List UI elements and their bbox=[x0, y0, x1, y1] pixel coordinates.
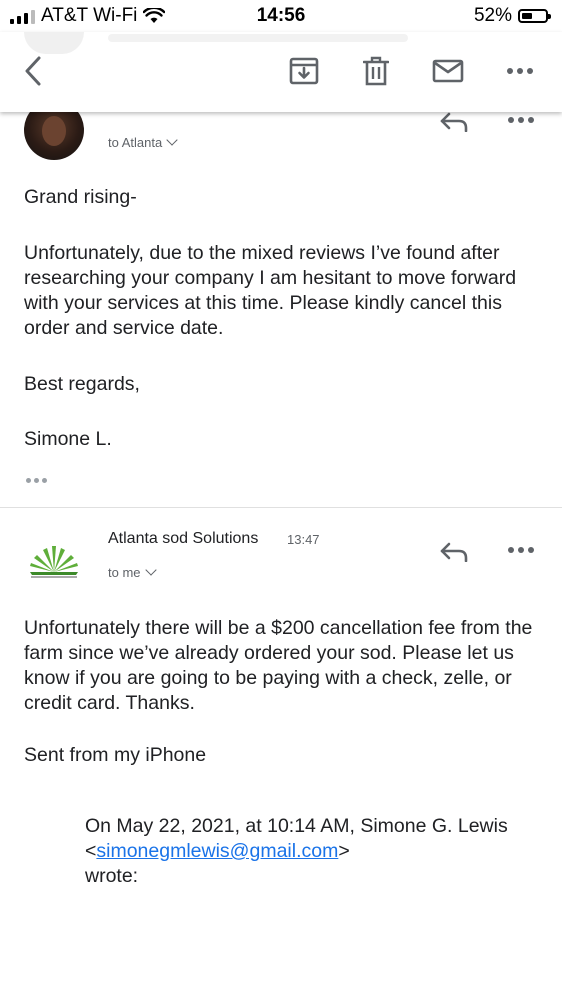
battery-percent: 52% bbox=[473, 5, 512, 26]
quote-email-link[interactable]: simonegmlewis@gmail.com bbox=[96, 840, 338, 862]
chevron-down-icon bbox=[166, 134, 178, 146]
message-divider bbox=[0, 507, 562, 508]
chevron-left-icon bbox=[25, 56, 41, 86]
previous-message-snippet bbox=[108, 34, 408, 42]
battery-fill bbox=[522, 13, 532, 19]
more-horizontal-icon bbox=[507, 68, 533, 74]
status-bar: AT&T Wi-Fi 14:56 52% bbox=[0, 0, 562, 32]
delete-button[interactable] bbox=[359, 54, 393, 88]
email-toolbar bbox=[0, 32, 562, 112]
message-paragraph: Unfortunately there will be a $200 cance… bbox=[24, 617, 533, 714]
chevron-down-icon bbox=[144, 564, 157, 576]
more-options-button[interactable] bbox=[503, 54, 537, 88]
message-more-icon[interactable] bbox=[508, 117, 534, 123]
message-time: 13:47 bbox=[287, 532, 320, 547]
message-paragraph: Unfortunately, due to the mixed reviews … bbox=[24, 242, 517, 339]
back-button[interactable] bbox=[16, 54, 50, 88]
quote-wrote: wrote: bbox=[85, 865, 139, 887]
previous-message-avatar bbox=[24, 32, 84, 54]
sender-name: Atlanta sod Solutions bbox=[108, 530, 259, 547]
reply-icon[interactable] bbox=[439, 540, 469, 562]
message-paragraph: Best regards, bbox=[24, 373, 140, 395]
message-signature: Simone L. bbox=[24, 428, 112, 450]
trash-icon bbox=[363, 56, 389, 86]
quoted-header: On May 22, 2021, at 10:14 AM, Simone G. … bbox=[85, 814, 525, 889]
archive-button[interactable] bbox=[287, 54, 321, 88]
mark-unread-button[interactable] bbox=[431, 54, 465, 88]
battery-icon bbox=[518, 9, 551, 23]
message-more-icon[interactable] bbox=[508, 547, 534, 553]
recipient-label: to me bbox=[108, 565, 141, 580]
reply-icon[interactable] bbox=[439, 110, 469, 132]
recipient-details-toggle[interactable]: to Atlanta bbox=[108, 134, 178, 150]
recipient-details-toggle[interactable]: to me bbox=[108, 564, 157, 580]
mail-icon bbox=[432, 59, 464, 83]
show-trimmed-content-button[interactable] bbox=[26, 478, 47, 483]
status-right: 52% bbox=[473, 5, 551, 27]
recipient-label: to Atlanta bbox=[108, 135, 163, 150]
sod-logo-icon bbox=[30, 546, 78, 578]
message-signature: Sent from my iPhone bbox=[24, 744, 207, 766]
archive-icon bbox=[289, 57, 319, 85]
message-paragraph: Grand rising- bbox=[24, 186, 137, 208]
quote-tail: > bbox=[338, 840, 350, 862]
